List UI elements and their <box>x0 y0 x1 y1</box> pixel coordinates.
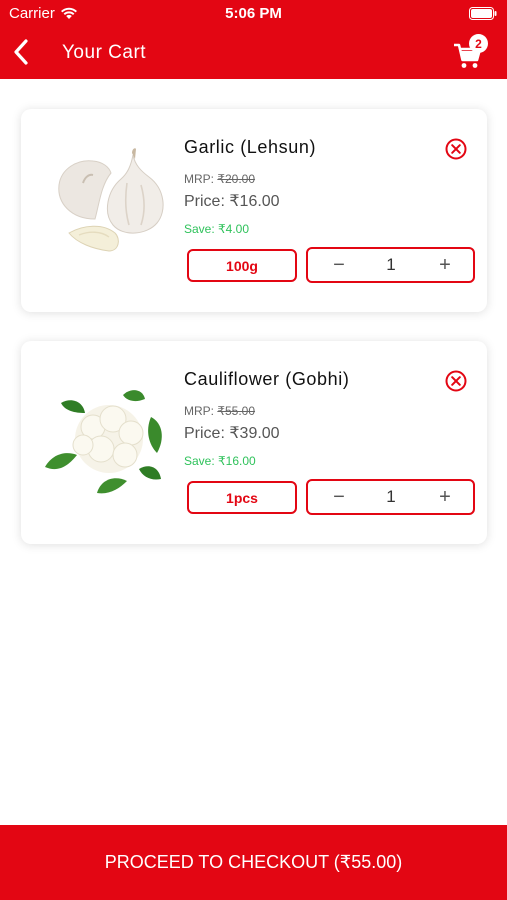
save-label: Save: <box>184 454 215 468</box>
price-label: Price: <box>184 193 225 210</box>
quantity-stepper: − 1 + <box>306 479 475 515</box>
unit-select-button[interactable]: 1pcs <box>187 481 297 514</box>
quantity-value: 1 <box>386 487 396 506</box>
back-button[interactable] <box>8 37 34 67</box>
decrease-quantity-button[interactable]: − <box>326 486 352 508</box>
garlic-image <box>58 148 164 252</box>
proceed-to-checkout-button[interactable]: PROCEED TO CHECKOUT (₹55.00) <box>0 825 507 900</box>
mrp-label: MRP: <box>184 404 214 418</box>
mrp-value: ₹20.00 <box>217 172 256 186</box>
cart-count-badge: 2 <box>469 34 488 53</box>
quantity-stepper: − 1 + <box>306 247 475 283</box>
remove-item-icon[interactable] <box>444 369 468 393</box>
item-mrp: MRP: ₹20.00 <box>184 172 255 186</box>
chevron-left-icon <box>14 39 28 65</box>
price-value: ₹16.00 <box>229 193 280 210</box>
top-bar: Carrier 5:06 PM Your Cart 2 <box>0 0 507 79</box>
status-bar: Carrier 5:06 PM <box>0 0 507 28</box>
decrease-quantity-button[interactable]: − <box>326 254 352 276</box>
item-savings: Save: ₹4.00 <box>184 222 249 236</box>
item-price: Price: ₹16.00 <box>184 191 280 211</box>
item-name: Cauliflower (Gobhi) <box>184 369 350 389</box>
unit-select-button[interactable]: 100g <box>187 249 297 282</box>
mrp-value: ₹55.00 <box>217 404 256 418</box>
cart-screen: Carrier 5:06 PM Your Cart 2 Garlic (Lehs… <box>0 0 507 900</box>
cart-item-card: Cauliflower (Gobhi) MRP: ₹55.00 Price: ₹… <box>21 341 487 544</box>
cart-item-card: Garlic (Lehsun) MRP: ₹20.00 Price: ₹16.0… <box>21 109 487 312</box>
item-mrp: MRP: ₹55.00 <box>184 404 255 418</box>
page-title: Your Cart <box>62 42 147 63</box>
item-price: Price: ₹39.00 <box>184 423 280 443</box>
battery-icon <box>469 7 497 20</box>
increase-quantity-button[interactable]: + <box>432 254 458 276</box>
price-label: Price: <box>184 425 225 442</box>
cauliflower-image <box>45 390 162 494</box>
save-value: ₹16.00 <box>218 454 256 468</box>
save-label: Save: <box>184 222 215 236</box>
quantity-value: 1 <box>386 255 396 274</box>
mrp-label: MRP: <box>184 172 214 186</box>
item-savings: Save: ₹16.00 <box>184 454 256 468</box>
item-name: Garlic (Lehsun) <box>184 137 317 157</box>
increase-quantity-button[interactable]: + <box>432 486 458 508</box>
price-value: ₹39.00 <box>229 425 280 442</box>
nav-bar: Your Cart 2 <box>0 28 507 79</box>
status-time: 5:06 PM <box>225 5 282 22</box>
remove-item-icon[interactable] <box>444 137 468 161</box>
save-value: ₹4.00 <box>218 222 250 236</box>
